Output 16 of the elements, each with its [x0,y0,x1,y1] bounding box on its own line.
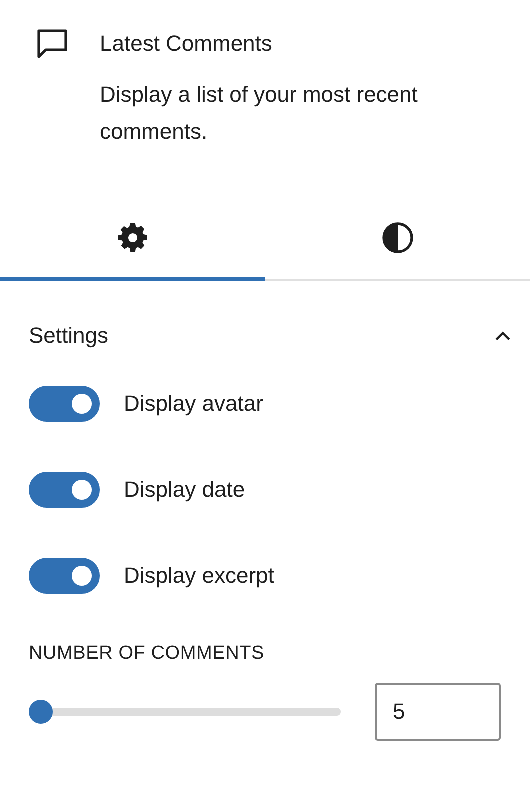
toggle-switch[interactable] [29,386,100,422]
gear-icon [116,222,148,254]
toggle-label: Display excerpt [124,563,274,589]
toggle-label: Display date [124,477,246,503]
speech-bubble-icon [36,28,68,60]
number-field[interactable]: 5 [375,683,501,741]
toggle-switch[interactable] [29,558,100,594]
range-label: NUMBER OF COMMENTS [29,643,266,665]
toggle-label: Display avatar [124,391,264,417]
panel-title: Settings [29,322,108,350]
slider-thumb[interactable] [29,700,54,724]
toggle-switch[interactable] [29,472,100,508]
block-description: Display a list of your most recent comments. [100,81,419,146]
block-title: Latest Comments [100,30,274,58]
half-filled-circle-icon [382,222,414,254]
slider[interactable] [29,700,341,724]
